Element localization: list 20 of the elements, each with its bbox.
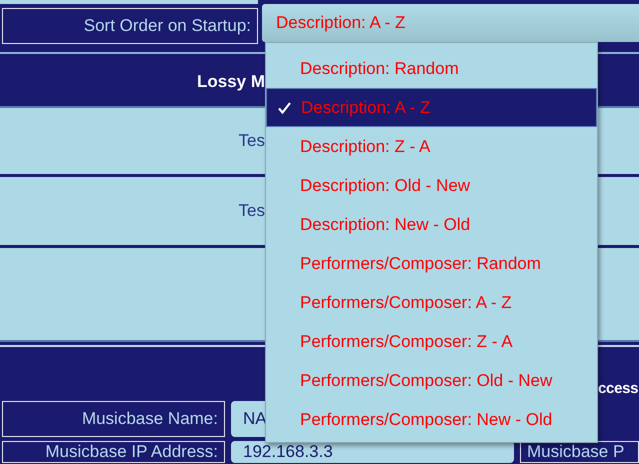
row-label: Tes [238,131,265,151]
check-icon [278,102,290,114]
dropdown-option[interactable]: Description: New - Old [266,205,597,244]
row-label: Tes [238,201,265,221]
dropdown-option[interactable]: Description: A - Z [266,88,597,127]
section-title: ccess [598,380,638,397]
field-label: Sort Order on Startup: [2,8,258,44]
dropdown-option[interactable]: Performers/Composer: A - Z [266,283,597,322]
dropdown-option[interactable]: Description: Random [266,49,597,88]
field-label: Musicbase Name: [2,401,225,437]
sort-order-dropdown[interactable]: Description: A - Z [262,4,639,42]
section-title: Lossy M [196,72,265,92]
dropdown-option[interactable]: Performers/Composer: New - Old [266,400,597,439]
dropdown-option[interactable]: Performers/Composer: Random [266,244,597,283]
ip-address-input-field[interactable]: 192.168.3.3 [231,441,514,463]
dropdown-option[interactable]: Performers/Composer: Z - A [266,322,597,361]
field-label: Musicbase IP Address: [2,441,225,463]
dropdown-option[interactable]: Description: Z - A [266,127,597,166]
dropdown-option[interactable]: Performers/Composer: Old - New [266,361,597,400]
dropdown-option[interactable]: Description: Old - New [266,166,597,205]
